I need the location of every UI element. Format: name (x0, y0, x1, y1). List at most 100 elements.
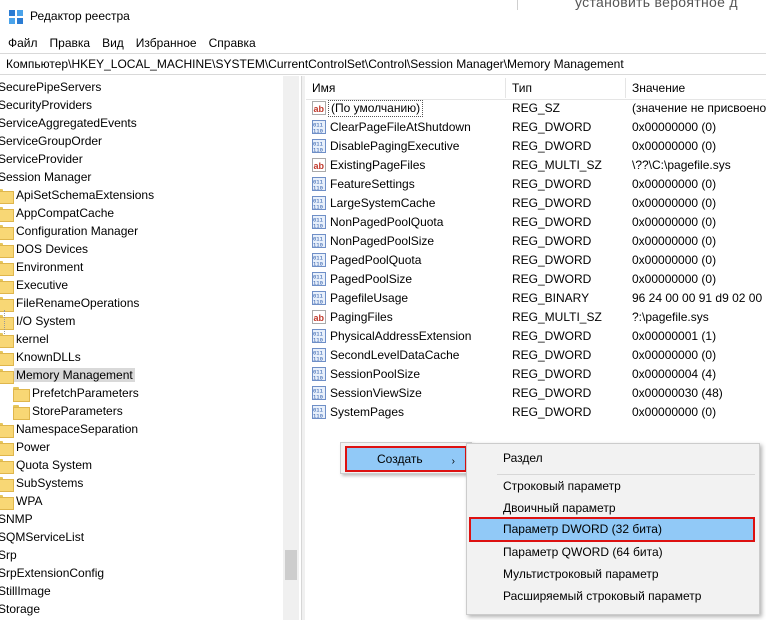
column-type-header[interactable]: Тип (506, 76, 532, 100)
value-row[interactable]: ab (По умолчанию) REG_SZ (значение не присв… (306, 99, 766, 118)
column-value-header[interactable]: Значение (626, 76, 685, 100)
tree-item-label: Executive (16, 278, 69, 292)
value-name: SessionPoolSize (330, 367, 421, 381)
menu-file[interactable]: Файл (2, 33, 44, 53)
pane-splitter[interactable] (301, 76, 305, 620)
menu-edit[interactable]: Правка (44, 33, 97, 53)
value-type: REG_DWORD (512, 196, 592, 210)
tree-item-label: Power (16, 440, 51, 454)
tree-item[interactable]: ServiceAggregatedEvents (0, 114, 139, 132)
tree-item[interactable]: I/O System (0, 312, 77, 330)
binary-value-icon: 011110 (312, 386, 326, 400)
folder-icon (0, 369, 14, 384)
value-row[interactable]: 011 110 DisablePagingExecutive REG_DWORD 0x0… (306, 137, 766, 156)
value-row[interactable]: 011 110 SystemPages REG_DWORD 0x00000000 (0) (306, 403, 766, 422)
tree-item[interactable]: AppCompatCache (0, 204, 116, 222)
svg-text:ab: ab (314, 161, 325, 171)
tree-item[interactable]: Srp (0, 546, 19, 564)
svg-text:110: 110 (313, 147, 323, 154)
tree-item[interactable]: kernel (0, 330, 51, 348)
value-type: REG_DWORD (512, 139, 592, 153)
submenu-item-multistring[interactable]: Мультистроковый параметр (469, 563, 757, 585)
string-value-icon: ab (312, 158, 326, 172)
tree-item[interactable]: StoreParameters (13, 402, 125, 420)
tree-item[interactable]: SrpExtensionConfig (0, 564, 106, 582)
tree-item[interactable]: SQMServiceList (0, 528, 86, 546)
value-row[interactable]: 011 110 SecondLevelDataCache REG_DWORD 0x000… (306, 346, 766, 365)
address-bar[interactable]: Компьютер\HKEY_LOCAL_MACHINE\SYSTEM\Curr… (0, 53, 766, 75)
menu-favorites[interactable]: Избранное (130, 33, 203, 53)
value-row[interactable]: 011 110 NonPagedPoolSize REG_DWORD 0x0000000… (306, 232, 766, 251)
value-name: SecondLevelDataCache (330, 348, 460, 362)
tree-item[interactable]: Storage (0, 600, 42, 618)
value-name: SessionViewSize (330, 386, 422, 400)
key-tree[interactable]: SecurePipeServers SecurityProviders Servic… (0, 76, 300, 620)
value-row[interactable]: 011 110 SessionViewSize REG_DWORD 0x00000030… (306, 384, 766, 403)
tree-item[interactable]: Configuration Manager (0, 222, 140, 240)
tree-item-label: AppCompatCache (16, 206, 115, 220)
value-data: 0x00000000 (0) (632, 196, 717, 210)
tree-item[interactable]: StillImage (0, 582, 53, 600)
value-row[interactable]: 011 110 PagefileUsage REG_BINARY 96 24 00 00… (306, 289, 766, 308)
value-data: 0x00000000 (0) (632, 348, 717, 362)
value-data: 96 24 00 00 91 d9 02 00 14 (632, 291, 766, 305)
value-row[interactable]: 011 110 NonPagedPoolQuota REG_DWORD 0x000000… (306, 213, 766, 232)
binary-value-icon: 011110 (312, 367, 326, 381)
menu-help[interactable]: Справка (203, 33, 262, 53)
tree-item[interactable]: KnownDLLs (0, 348, 83, 366)
tree-item[interactable]: SecurityProviders (0, 96, 94, 114)
submenu-item-key[interactable]: Раздел (469, 447, 757, 469)
value-type: REG_DWORD (512, 120, 592, 134)
value-type: REG_DWORD (512, 253, 592, 267)
tree-item[interactable]: FileRenameOperations (0, 294, 141, 312)
submenu-item-dword[interactable]: Параметр DWORD (32 бита) (469, 517, 755, 542)
value-data: 0x00000000 (0) (632, 253, 717, 267)
tree-item[interactable]: SNMP (0, 510, 35, 528)
tree-item[interactable]: Environment (0, 258, 85, 276)
tree-item[interactable]: PrefetchParameters (13, 384, 141, 402)
value-row[interactable]: 011 110 PhysicalAddressExtension REG_DWORD 0… (306, 327, 766, 346)
tree-scrollbar-thumb[interactable] (285, 550, 297, 580)
value-data: 0x00000000 (0) (632, 177, 717, 191)
tree-item[interactable]: Power (0, 438, 52, 456)
submenu-item-binary[interactable]: Двоичный параметр (469, 497, 757, 519)
tree-item[interactable]: WPA (0, 492, 44, 510)
submenu-item-expandable-string[interactable]: Расширяемый строковый параметр (469, 585, 757, 607)
create-menu-item[interactable]: Создать › (345, 446, 467, 472)
value-type: REG_DWORD (512, 386, 592, 400)
value-name: DisablePagingExecutive (330, 139, 460, 153)
value-row[interactable]: 011 110 PagedPoolQuota REG_DWORD 0x00000000 … (306, 251, 766, 270)
value-row[interactable]: 011 110 PagedPoolSize REG_DWORD 0x00000000 (… (306, 270, 766, 289)
tree-item[interactable]: ServiceGroupOrder (0, 132, 104, 150)
value-data: 0x00000001 (1) (632, 329, 717, 343)
tree-item-label: Srp (0, 548, 17, 562)
value-row[interactable]: 011 110 ClearPageFileAtShutdown REG_DWORD 0x… (306, 118, 766, 137)
tree-item[interactable]: ServiceProvider (0, 150, 85, 168)
tree-item[interactable]: Quota System (0, 456, 94, 474)
value-name: SystemPages (330, 405, 405, 419)
tree-item[interactable]: DOS Devices (0, 240, 90, 258)
tree-item[interactable]: Session Manager (0, 168, 93, 186)
tree-item-label: Environment (16, 260, 84, 274)
tree-item[interactable]: ApiSetSchemaExtensions (0, 186, 156, 204)
value-row[interactable]: 011 110 FeatureSettings REG_DWORD 0x00000000… (306, 175, 766, 194)
tree-item[interactable]: SubSystems (0, 474, 85, 492)
value-type: REG_DWORD (512, 329, 592, 343)
tree-scrollbar[interactable] (283, 76, 299, 620)
tree-item-label: Memory Management (14, 368, 135, 382)
value-row[interactable]: ab PagingFiles REG_MULTI_SZ ?:\pagefile.sys (306, 308, 766, 327)
tree-item[interactable]: NamespaceSeparation (0, 420, 140, 438)
submenu-item-string[interactable]: Строковый параметр (469, 475, 757, 497)
folder-icon (0, 279, 14, 294)
submenu-item-qword[interactable]: Параметр QWORD (64 бита) (469, 541, 757, 563)
value-row[interactable]: ab ExistingPageFiles REG_MULTI_SZ \??\C:\pa… (306, 156, 766, 175)
tree-item-label: Quota System (16, 458, 93, 472)
column-name-header[interactable]: Имя (306, 76, 335, 100)
tree-item[interactable]: Executive (0, 276, 70, 294)
menu-view[interactable]: Вид (96, 33, 130, 53)
tree-item-label: ApiSetSchemaExtensions (16, 188, 155, 202)
tree-item[interactable]: SecurePipeServers (0, 78, 103, 96)
value-row[interactable]: 011 110 SessionPoolSize REG_DWORD 0x00000004… (306, 365, 766, 384)
value-row[interactable]: 011 110 LargeSystemCache REG_DWORD 0x0000000… (306, 194, 766, 213)
tree-item[interactable]: Memory Management (0, 366, 135, 384)
